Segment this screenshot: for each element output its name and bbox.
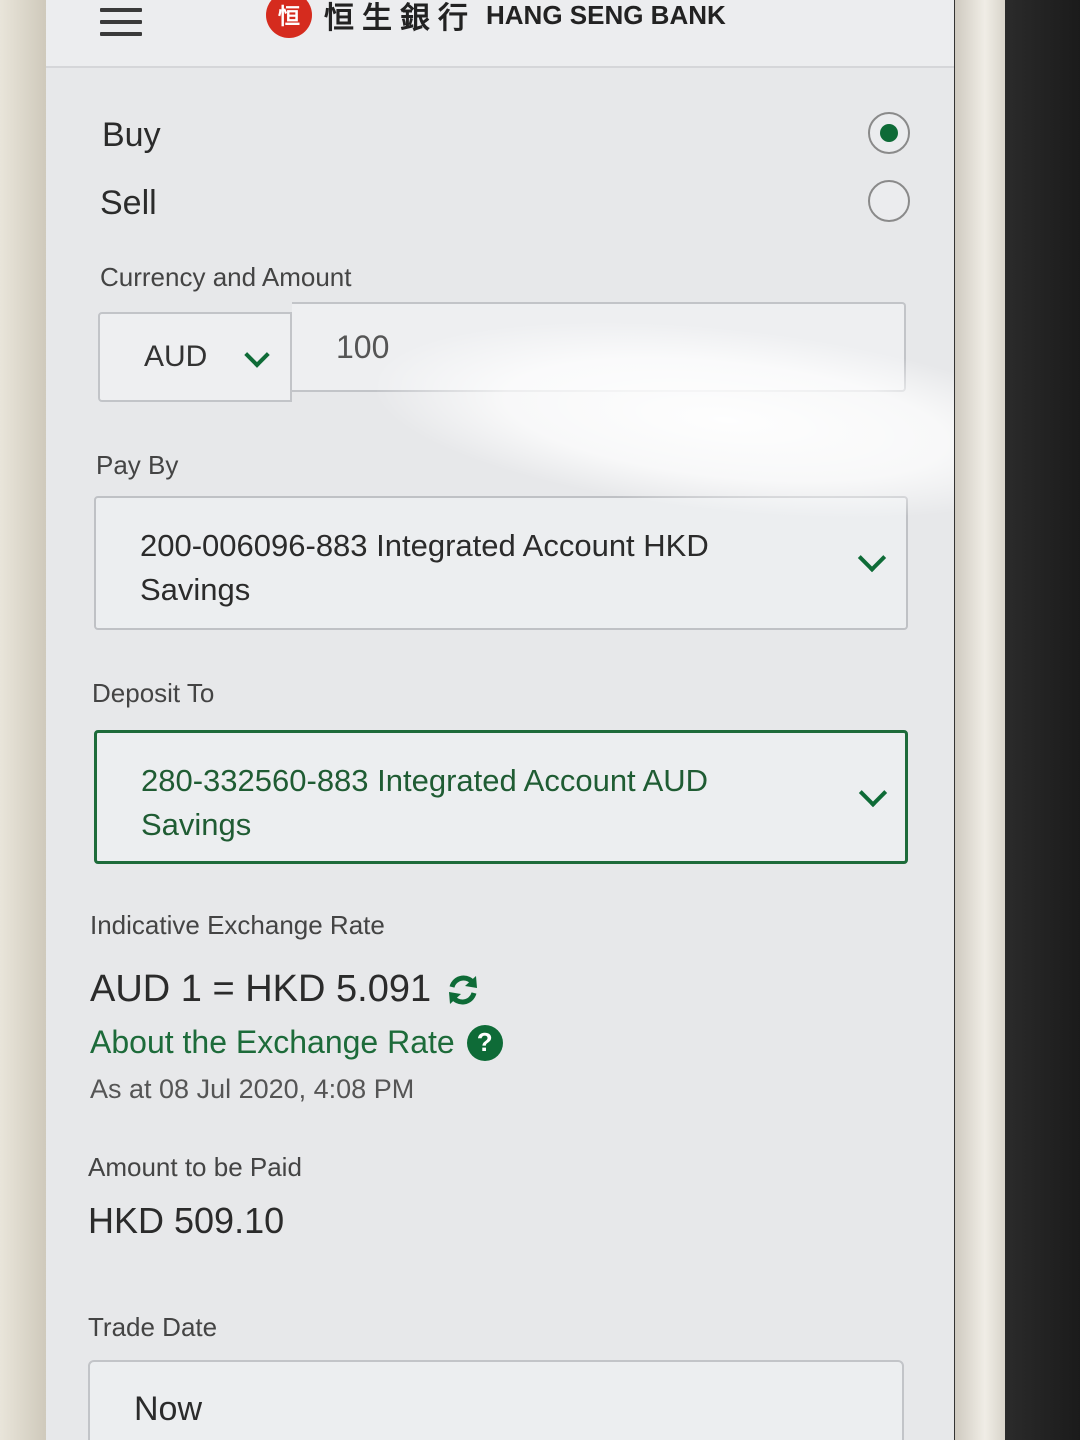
about-exchange-rate-link[interactable]: About the Exchange Rate ? [90, 1024, 503, 1061]
chevron-down-icon [244, 342, 270, 368]
deposit-to-account-select[interactable]: 280-332560-883 Integrated Account AUD Sa… [94, 730, 908, 864]
amount-paid-label: Amount to be Paid [88, 1152, 302, 1182]
bank-name-chinese: 恒生銀行 [324, 1, 476, 36]
radio-button-buy[interactable] [868, 112, 910, 154]
currency-amount-label: Currency and Amount [100, 262, 352, 292]
radio-option-sell[interactable]: Sell [100, 176, 910, 226]
exchange-rate-label: Indicative Exchange Rate [90, 910, 385, 940]
amount-input[interactable] [292, 302, 906, 392]
rate-timestamp: As at 08 Jul 2020, 4:08 PM [90, 1074, 415, 1104]
chevron-down-icon [857, 543, 887, 573]
radio-button-sell[interactable] [868, 180, 910, 222]
currency-value: AUD [144, 340, 208, 373]
app-screen: 恒 恒生銀行 HANG SENG BANK Buy Sell Currency … [46, 0, 954, 1440]
exchange-rate-value: AUD 1 = HKD 5.091 [90, 968, 432, 1010]
bank-logo-icon: 恒 [266, 0, 312, 38]
refresh-icon[interactable] [445, 972, 481, 1008]
trade-date-select[interactable]: Now [88, 1360, 904, 1440]
question-mark-icon[interactable]: ? [466, 1024, 503, 1061]
top-bar: 恒 恒生銀行 HANG SENG BANK [46, 0, 954, 68]
deposit-to-account-value: 280-332560-883 Integrated Account AUD Sa… [141, 763, 709, 842]
radio-option-buy[interactable]: Buy [102, 108, 910, 158]
hamburger-menu-icon[interactable] [100, 8, 142, 42]
deposit-to-label: Deposit To [92, 678, 215, 708]
phone-bezel [955, 0, 1005, 1440]
trade-date-value: Now [134, 1390, 203, 1428]
exchange-rate-value-row: AUD 1 = HKD 5.091 [90, 968, 481, 1011]
trade-date-label: Trade Date [88, 1312, 218, 1342]
chevron-down-icon [858, 778, 888, 808]
radio-label-buy: Buy [102, 116, 161, 154]
pay-by-account-select[interactable]: 200-006096-883 Integrated Account HKD Sa… [94, 496, 908, 630]
bank-logo: 恒 恒生銀行 HANG SENG BANK [266, 0, 726, 38]
about-exchange-rate-text: About the Exchange Rate [90, 1024, 455, 1060]
pay-by-label: Pay By [96, 450, 179, 480]
currency-select[interactable]: AUD [98, 312, 292, 402]
radio-label-sell: Sell [100, 184, 157, 222]
bank-name-english: HANG SENG BANK [486, 0, 726, 30]
amount-paid-value: HKD 509.10 [88, 1200, 285, 1241]
currency-amount-group: AUD [98, 302, 906, 402]
pay-by-account-value: 200-006096-883 Integrated Account HKD Sa… [140, 528, 709, 607]
